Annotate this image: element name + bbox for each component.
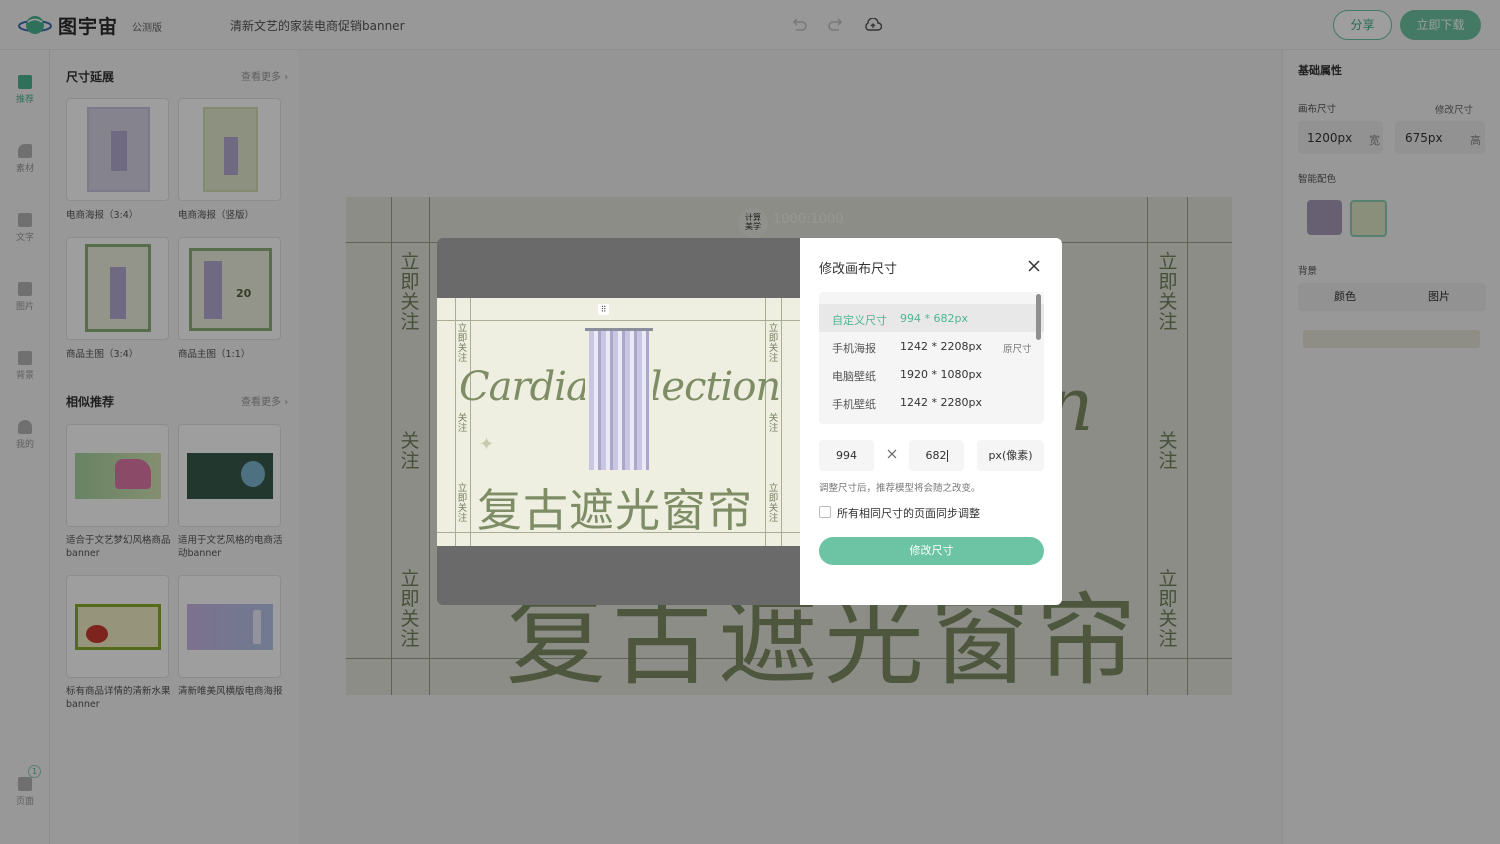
text-cursor: [946, 450, 948, 462]
confirm-resize-button[interactable]: 修改尺寸: [819, 537, 1044, 565]
size-preset-list[interactable]: 自定义尺寸 994 * 682px 手机海报 1242 * 2208px 原尺寸…: [819, 292, 1044, 424]
preview-vertical-text: 关注: [457, 413, 468, 434]
modal-preview-pane: 立即关注 关注 立即关注 立即关注 关注 立即关注 Cardia Selecti…: [437, 238, 800, 605]
size-option-value: 1242 * 2280px: [900, 396, 982, 409]
size-option-value: 994 * 682px: [900, 312, 968, 325]
size-option-name: 手机海报: [832, 342, 876, 355]
preview-vertical-text: 立即关注: [768, 323, 779, 364]
size-option-name: 电脑壁纸: [832, 370, 876, 383]
resized-preview: 立即关注 关注 立即关注 立即关注 关注 立即关注 Cardia Selecti…: [437, 298, 800, 546]
unit-select[interactable]: px(像素): [977, 440, 1044, 471]
height-input-value: 682: [925, 449, 947, 462]
preview-vertical-text: 关注: [768, 413, 779, 434]
resize-canvas-dialog: 修改画布尺寸 自定义尺寸 994 * 682px 手机海报 1242 * 220…: [800, 238, 1062, 605]
dialog-title: 修改画布尺寸: [819, 262, 898, 277]
height-input[interactable]: 682: [909, 440, 964, 471]
frame-line: [765, 298, 766, 546]
size-option-name: 手机壁纸: [832, 398, 876, 411]
size-option-phone-poster[interactable]: 手机海报 1242 * 2208px 原尺寸: [819, 332, 1044, 360]
list-scrollbar[interactable]: [1036, 294, 1041, 340]
preview-title-text: 复古遮光窗帘: [477, 484, 754, 537]
size-option-custom[interactable]: 自定义尺寸 994 * 682px: [819, 304, 1044, 332]
preview-vertical-text: 立即关注: [768, 483, 779, 524]
frame-line: [437, 320, 800, 321]
preview-vertical-text: 立即关注: [457, 483, 468, 524]
drag-handle-icon[interactable]: ⠿: [598, 304, 609, 315]
size-option-desktop-wallpaper[interactable]: 电脑壁纸 1920 * 1080px: [819, 360, 1044, 388]
size-option-value: 1920 * 1080px: [900, 368, 982, 381]
preview-vertical-text: 立即关注: [457, 323, 468, 364]
size-option-name: 自定义尺寸: [832, 314, 887, 327]
multiply-icon: [885, 447, 899, 461]
width-input[interactable]: 994: [819, 440, 874, 471]
close-icon[interactable]: [1025, 257, 1043, 275]
sync-pages-checkbox[interactable]: [819, 506, 831, 518]
size-option-phone-wallpaper[interactable]: 手机壁纸 1242 * 2280px: [819, 388, 1044, 416]
curtain-image: [585, 328, 653, 470]
resize-hint: 调整尺寸后，推荐模型将会随之改变。: [819, 483, 981, 494]
size-option-value: 1242 * 2208px: [900, 340, 982, 353]
original-size-tag: 原尺寸: [1003, 344, 1032, 355]
frame-line: [455, 298, 456, 546]
frame-line: [781, 298, 782, 546]
sync-pages-label: 所有相同尺寸的页面同步调整: [837, 507, 980, 520]
sparkle-icon: ✦: [479, 434, 495, 455]
frame-line: [470, 298, 471, 546]
